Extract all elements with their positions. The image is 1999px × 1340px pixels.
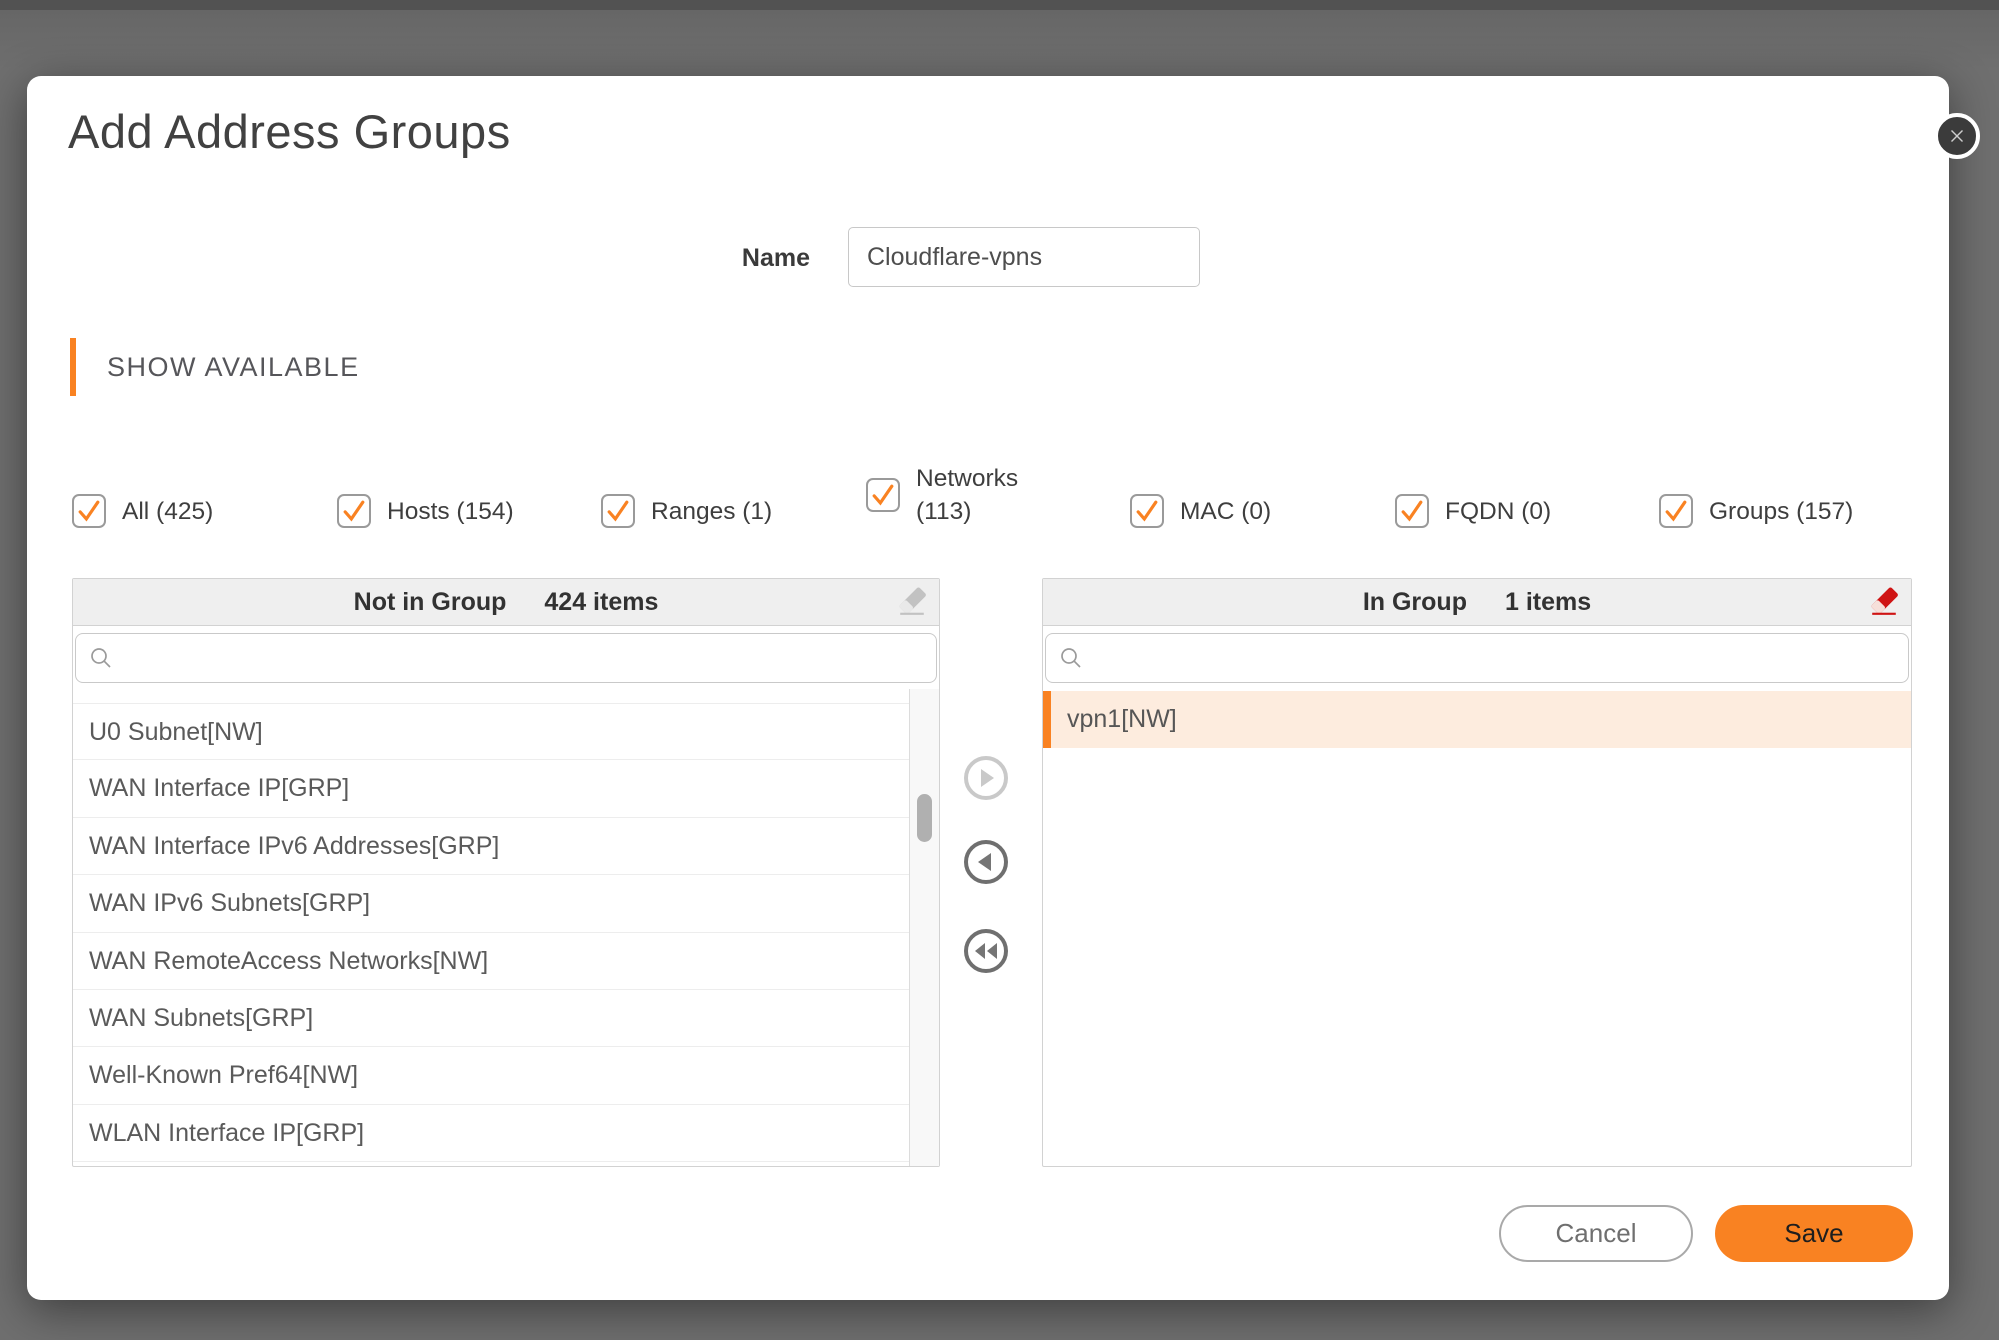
eraser-icon <box>897 587 927 617</box>
filter-label: FQDN (0) <box>1445 495 1551 528</box>
scrollbar-track[interactable] <box>909 689 939 1166</box>
move-left-button[interactable] <box>964 840 1008 884</box>
filter-label: Hosts (154) <box>387 495 514 528</box>
panel-title: Not in Group <box>354 588 507 617</box>
checkbox-icon[interactable] <box>1130 494 1164 528</box>
save-button[interactable]: Save <box>1715 1205 1913 1262</box>
background-top-bar <box>0 0 1999 10</box>
panel-count: 1 items <box>1505 588 1591 617</box>
panel-title: In Group <box>1363 588 1467 617</box>
list-item[interactable]: U0 Subnet[NW] <box>73 703 909 760</box>
list-item[interactable]: WAN Subnets[GRP] <box>73 990 909 1047</box>
section-title: SHOW AVAILABLE <box>107 338 360 396</box>
search-icon <box>1059 646 1083 670</box>
not-in-group-search <box>75 633 937 683</box>
filter-hosts[interactable]: Hosts (154) <box>337 493 514 529</box>
filter-label: All (425) <box>122 495 213 528</box>
cancel-button[interactable]: Cancel <box>1499 1205 1693 1262</box>
arrow-left-icon <box>968 844 1004 880</box>
list-item[interactable]: WLAN Interface IP[GRP] <box>73 1105 909 1162</box>
checkbox-icon[interactable] <box>1659 494 1693 528</box>
screen-background: Add Address Groups Name SHOW AVAILABLE A… <box>0 0 1999 1340</box>
filter-mac[interactable]: MAC (0) <box>1130 493 1271 529</box>
search-icon <box>89 646 113 670</box>
clear-group-button[interactable] <box>1869 587 1899 617</box>
checkbox-icon[interactable] <box>866 478 900 512</box>
search-input[interactable] <box>113 634 936 682</box>
filter-label: Ranges (1) <box>651 495 772 528</box>
filter-label: Networks (113) <box>916 462 1046 528</box>
section-accent-bar <box>70 338 76 396</box>
background-shade <box>0 10 1999 70</box>
list-item[interactable]: Well-Known Pref64[NW] <box>73 1047 909 1104</box>
list-item[interactable]: WAN RemoteAccess Networks[NW] <box>73 933 909 990</box>
double-arrow-left-icon <box>968 933 1004 969</box>
list-item[interactable]: WAN Interface IPv6 Addresses[GRP] <box>73 818 909 875</box>
filter-groups[interactable]: Groups (157) <box>1659 493 1853 529</box>
scrollbar-thumb[interactable] <box>917 794 932 842</box>
dialog-title: Add Address Groups <box>68 104 511 159</box>
panel-count: 424 items <box>544 588 658 617</box>
checkbox-icon[interactable] <box>601 494 635 528</box>
checkbox-icon[interactable] <box>72 494 106 528</box>
filter-all[interactable]: All (425) <box>72 493 213 529</box>
in-group-search <box>1045 633 1909 683</box>
list-item-selected[interactable]: vpn1[NW] <box>1043 691 1911 748</box>
name-label: Name <box>667 227 810 289</box>
arrow-right-icon <box>968 760 1004 796</box>
filter-networks[interactable]: Networks (113) <box>866 460 1046 530</box>
in-group-panel: In Group 1 items <box>1042 578 1912 1167</box>
list-item[interactable]: WAN Interface IP[GRP] <box>73 760 909 817</box>
move-right-button[interactable] <box>964 756 1008 800</box>
not-in-group-header: Not in Group 424 items <box>73 579 939 626</box>
in-group-header: In Group 1 items <box>1043 579 1911 626</box>
eraser-icon <box>1869 587 1899 617</box>
filter-fqdn[interactable]: FQDN (0) <box>1395 493 1551 529</box>
add-address-groups-dialog: Add Address Groups Name SHOW AVAILABLE A… <box>27 76 1949 1300</box>
in-group-list: vpn1[NW] <box>1043 691 1911 748</box>
close-icon <box>1946 125 1968 147</box>
list-item[interactable]: WAN IPv6 Subnets[GRP] <box>73 875 909 932</box>
checkbox-icon[interactable] <box>337 494 371 528</box>
clear-selection-button[interactable] <box>897 587 927 617</box>
close-button[interactable] <box>1934 113 1980 159</box>
search-input[interactable] <box>1083 634 1908 682</box>
filter-label: Groups (157) <box>1709 495 1853 528</box>
checkbox-icon[interactable] <box>1395 494 1429 528</box>
filter-ranges[interactable]: Ranges (1) <box>601 493 772 529</box>
not-in-group-list: U0 Subnet[NW] WAN Interface IP[GRP] WAN … <box>73 703 909 1162</box>
not-in-group-panel: Not in Group 424 items <box>72 578 940 1167</box>
name-input[interactable] <box>848 227 1200 287</box>
move-all-left-button[interactable] <box>964 929 1008 973</box>
filter-label: MAC (0) <box>1180 495 1271 528</box>
